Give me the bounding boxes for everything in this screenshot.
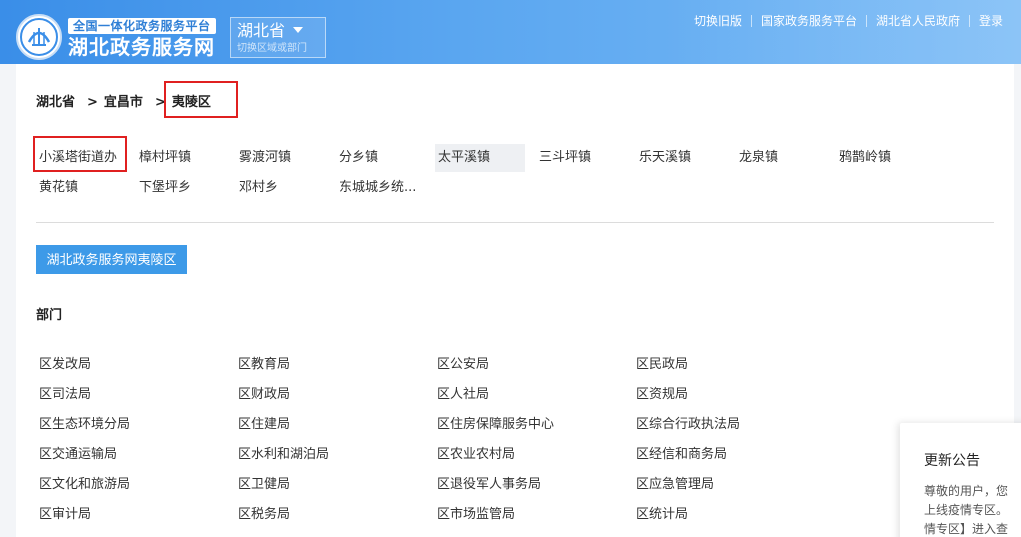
town-item[interactable]: 邓村乡 bbox=[236, 174, 326, 202]
department-link[interactable]: 区统计局 bbox=[633, 506, 688, 524]
caret-down-icon bbox=[293, 27, 303, 33]
department-link[interactable]: 区交通运输局 bbox=[36, 446, 117, 464]
department-link[interactable]: 区综合行政执法局 bbox=[633, 416, 740, 434]
region-name: 湖北省 bbox=[237, 21, 286, 40]
logo-subtitle: 全国一体化政务服务平台 bbox=[68, 18, 216, 34]
town-item[interactable]: 黄花镇 bbox=[36, 174, 126, 202]
department-link[interactable]: 区退役军人事务局 bbox=[434, 476, 541, 494]
department-link[interactable]: 区住建局 bbox=[235, 416, 290, 434]
departments-heading: 部门 bbox=[36, 308, 63, 323]
link-provincial-government[interactable]: 湖北省人民政府 bbox=[876, 13, 960, 29]
town-item[interactable]: 鸦鹊岭镇 bbox=[836, 144, 926, 172]
town-item[interactable]: 东城城乡统... bbox=[336, 174, 426, 202]
department-link[interactable]: 区农业农村局 bbox=[434, 446, 515, 464]
top-header: 全国一体化政务服务平台 湖北政务服务网 湖北省 切换区域或部门 切换旧版 国家政… bbox=[0, 0, 1021, 64]
notice-title: 更新公告 bbox=[924, 453, 980, 469]
department-link[interactable]: 区市场监管局 bbox=[434, 506, 515, 524]
region-selector[interactable]: 湖北省 切换区域或部门 bbox=[230, 17, 326, 58]
divider bbox=[750, 15, 752, 27]
department-link[interactable]: 区文化和旅游局 bbox=[36, 476, 130, 494]
section-divider bbox=[36, 222, 994, 223]
town-item[interactable]: 樟村坪镇 bbox=[136, 144, 226, 172]
department-link[interactable]: 区住房保障服务中心 bbox=[434, 416, 554, 434]
link-national-platform[interactable]: 国家政务服务平台 bbox=[761, 13, 857, 29]
town-item[interactable]: 雾渡河镇 bbox=[236, 144, 326, 172]
town-item[interactable]: 下堡坪乡 bbox=[136, 174, 226, 202]
notice-line: 上线疫情专区。 bbox=[924, 503, 1009, 517]
divider bbox=[968, 15, 970, 27]
department-link[interactable]: 区生态环境分局 bbox=[36, 416, 130, 434]
breadcrumb-separator: > bbox=[87, 95, 98, 110]
breadcrumb-province[interactable]: 湖北省 bbox=[36, 94, 75, 112]
district-site-button[interactable]: 湖北政务服务网夷陵区 bbox=[36, 245, 187, 274]
highlight-box-town bbox=[33, 136, 127, 172]
link-old-version[interactable]: 切换旧版 bbox=[694, 13, 742, 29]
department-link[interactable]: 区司法局 bbox=[36, 386, 91, 404]
notice-line: 尊敬的用户，您 bbox=[924, 484, 1009, 498]
emblem-icon[interactable] bbox=[16, 14, 62, 60]
top-links: 切换旧版 国家政务服务平台 湖北省人民政府 登录 bbox=[694, 13, 1003, 29]
department-link[interactable]: 区发改局 bbox=[36, 356, 91, 374]
department-link[interactable]: 区财政局 bbox=[235, 386, 290, 404]
login-link[interactable]: 登录 bbox=[979, 13, 1003, 29]
department-link[interactable]: 区经信和商务局 bbox=[633, 446, 727, 464]
breadcrumb-city[interactable]: 宜昌市 bbox=[104, 94, 143, 112]
main-panel: 湖北省 > 宜昌市 > 夷陵区 小溪塔街道办 樟村坪镇 雾渡河镇 分乡镇 太平溪… bbox=[16, 64, 1014, 537]
notice-body: 尊敬的用户，您 上线疫情专区。 情专区】进入查 bbox=[924, 482, 1021, 537]
update-notice-card[interactable]: 更新公告 尊敬的用户，您 上线疫情专区。 情专区】进入查 bbox=[900, 423, 1021, 537]
department-link[interactable]: 区教育局 bbox=[235, 356, 290, 374]
department-link[interactable]: 区公安局 bbox=[434, 356, 489, 374]
department-link[interactable]: 区应急管理局 bbox=[633, 476, 714, 494]
department-link[interactable]: 区水利和湖泊局 bbox=[235, 446, 329, 464]
department-link[interactable]: 区税务局 bbox=[235, 506, 290, 524]
department-link[interactable]: 区卫健局 bbox=[235, 476, 290, 494]
town-item[interactable]: 太平溪镇 bbox=[435, 144, 525, 172]
department-link[interactable]: 区审计局 bbox=[36, 506, 91, 524]
department-link[interactable]: 区民政局 bbox=[633, 356, 688, 374]
town-item[interactable]: 分乡镇 bbox=[336, 144, 426, 172]
town-item[interactable]: 龙泉镇 bbox=[736, 144, 826, 172]
town-item[interactable]: 三斗坪镇 bbox=[536, 144, 626, 172]
region-switch-label: 切换区域或部门 bbox=[237, 43, 307, 54]
divider bbox=[865, 15, 867, 27]
notice-line: 情专区】进入查 bbox=[924, 522, 1009, 536]
logo-title[interactable]: 湖北政务服务网 bbox=[68, 35, 215, 59]
department-link[interactable]: 区人社局 bbox=[434, 386, 489, 404]
department-link[interactable]: 区资规局 bbox=[633, 386, 688, 404]
highlight-box-district bbox=[164, 81, 238, 118]
town-item[interactable]: 乐天溪镇 bbox=[636, 144, 726, 172]
